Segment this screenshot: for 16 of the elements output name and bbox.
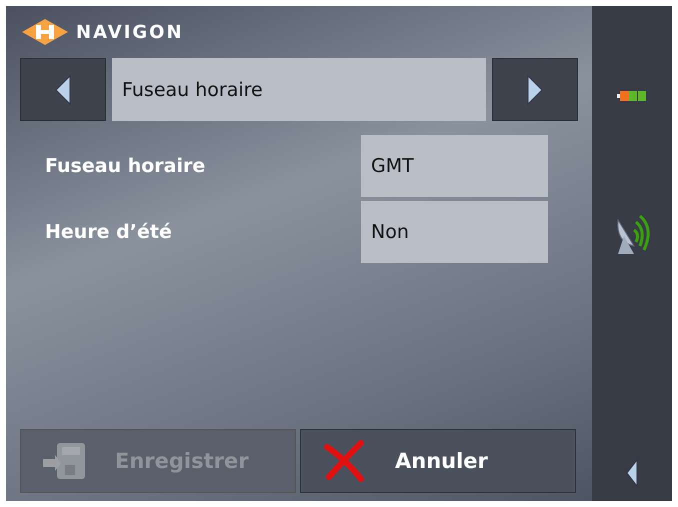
setting-value-field[interactable]: Non: [361, 201, 548, 263]
cancel-button[interactable]: Annuler: [300, 429, 576, 493]
setting-label: Fuseau horaire: [44, 155, 206, 177]
right-arrow-icon: [526, 74, 544, 104]
next-button[interactable]: [492, 58, 578, 121]
left-arrow-icon: [625, 459, 639, 487]
selector-field[interactable]: Fuseau horaire: [112, 58, 486, 121]
cross-icon: [321, 439, 367, 483]
setting-label: Heure d’été: [44, 221, 173, 243]
left-arrow-icon: [54, 74, 72, 104]
back-button[interactable]: [625, 459, 639, 487]
logo-icon: [20, 17, 70, 47]
previous-button[interactable]: [20, 58, 106, 121]
setting-value-field[interactable]: GMT: [361, 135, 548, 197]
brand-name: NAVIGON: [76, 22, 184, 42]
battery-icon: [617, 90, 647, 102]
